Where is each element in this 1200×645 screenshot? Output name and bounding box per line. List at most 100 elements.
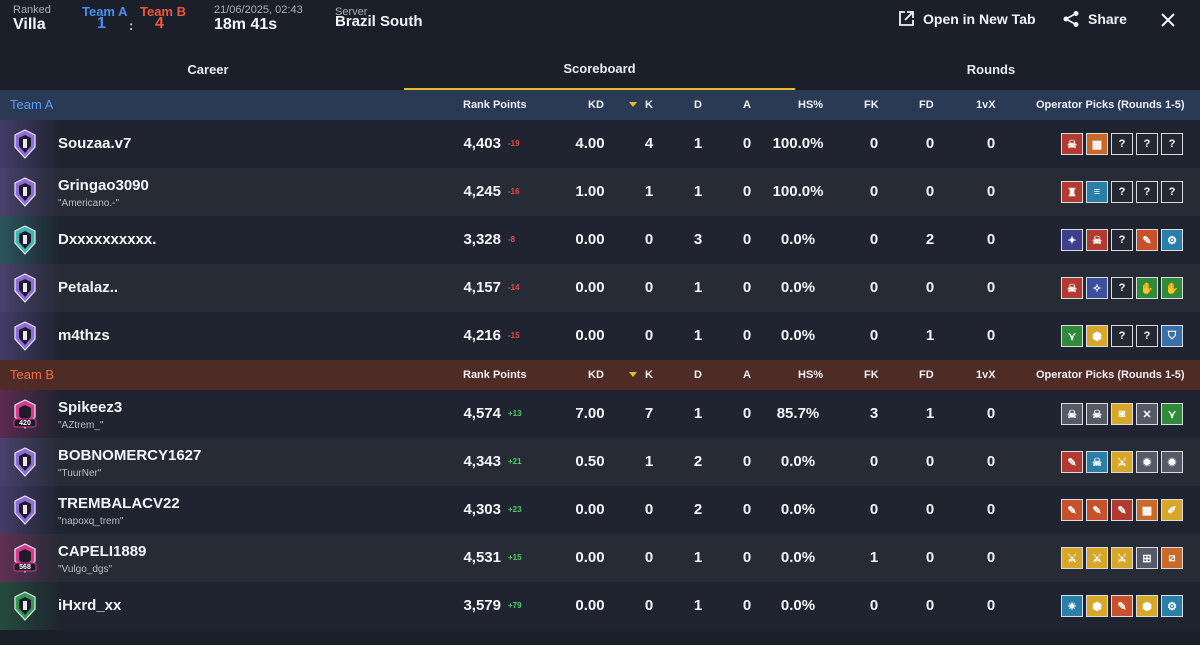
drill-operator-icon[interactable]: ✎ [1136, 229, 1158, 251]
tab-career[interactable]: Career [12, 48, 404, 90]
unknown-operator-icon[interactable]: ? [1111, 325, 1133, 347]
drill-operator-icon[interactable]: ✎ [1111, 595, 1133, 617]
share-button[interactable]: Share [1062, 10, 1127, 28]
player-name[interactable]: Souzaa.v7 [58, 135, 131, 152]
column-header-hs[interactable]: HS% [798, 99, 823, 111]
crossed-operator-icon[interactable]: ✕ [1136, 403, 1158, 425]
player-name[interactable]: Dxxxxxxxxxx. [58, 231, 156, 248]
hex-grid-operator-icon[interactable]: ▦ [1136, 499, 1158, 521]
column-header-kd[interactable]: KD [588, 99, 604, 111]
skull-operator-icon[interactable]: ☠ [1061, 403, 1083, 425]
drill-operator-icon[interactable]: ✎ [1086, 499, 1108, 521]
skull-operator-icon[interactable]: ☠ [1086, 229, 1108, 251]
column-header-ops[interactable]: Operator Picks (Rounds 1-5) [1036, 369, 1185, 381]
star-operator-icon[interactable]: ✹ [1161, 451, 1183, 473]
unknown-operator-icon[interactable]: ? [1111, 277, 1133, 299]
pen-operator-icon[interactable]: ✐ [1161, 499, 1183, 521]
close-button[interactable] [1160, 12, 1176, 28]
gadget-operator-icon[interactable]: ⚙ [1161, 229, 1183, 251]
column-header-a[interactable]: A [743, 99, 751, 111]
player-row[interactable]: Gringao3090 "Americano.-" 4,245 -16 1.00 1 1 0 1… [0, 168, 1200, 216]
player-name[interactable]: BOBNOMERCY1627 [58, 447, 201, 464]
skull-operator-icon[interactable]: ☠ [1061, 133, 1083, 155]
unknown-operator-icon[interactable]: ? [1111, 229, 1133, 251]
player-name[interactable]: Gringao3090 [58, 177, 149, 194]
diamond-rank-icon [14, 495, 36, 525]
player-row[interactable]: 568 CAPELI1889 "Vulgo_dgs" 4,531 +15 0.00 0 1 0 0… [0, 534, 1200, 582]
blade-operator-icon[interactable]: ⚔ [1111, 451, 1133, 473]
unknown-operator-icon[interactable]: ? [1111, 133, 1133, 155]
column-header-d[interactable]: D [694, 99, 702, 111]
column-header-rank-points[interactable]: Rank Points [463, 369, 527, 381]
column-header-k[interactable]: K [645, 99, 653, 111]
player-row[interactable]: m4thzs 4,216 -15 0.00 0 1 0 0.0% 0 1 0 ⋎ ⬢?? ⛉ [0, 312, 1200, 360]
tab-scoreboard[interactable]: Scoreboard [404, 48, 795, 90]
gadget-operator-icon[interactable]: ⚙ [1161, 595, 1183, 617]
drill-operator-icon[interactable]: ✎ [1111, 499, 1133, 521]
column-header-fd[interactable]: FD [919, 369, 934, 381]
player-name[interactable]: Petalaz.. [58, 279, 118, 296]
column-header-vx[interactable]: 1vX [976, 369, 996, 381]
wing-operator-icon[interactable]: ✧ [1086, 277, 1108, 299]
unknown-operator-icon[interactable]: ? [1111, 181, 1133, 203]
player-row[interactable]: Dxxxxxxxxxx. 3,328 -8 0.00 0 3 0 0.0% 0 2 0 ✦ ☠? ✎ ⚙ [0, 216, 1200, 264]
unknown-operator-icon[interactable]: ? [1136, 325, 1158, 347]
tab-rounds[interactable]: Rounds [795, 48, 1187, 90]
barrier-operator-icon[interactable]: ≡ [1086, 181, 1108, 203]
match-header: Ranked Villa Team A Team B 1 : 4 21/06/2… [0, 0, 1200, 48]
blade-operator-icon[interactable]: ⚔ [1086, 547, 1108, 569]
shield-operator-icon[interactable]: ♜ [1061, 181, 1083, 203]
column-header-rank-points[interactable]: Rank Points [463, 99, 527, 111]
skull-operator-icon[interactable]: ☠ [1061, 277, 1083, 299]
trap-operator-icon[interactable]: ⋎ [1161, 403, 1183, 425]
skull-operator-icon[interactable]: ☠ [1086, 451, 1108, 473]
slash-operator-icon[interactable]: ⧄ [1161, 547, 1183, 569]
blade-operator-icon[interactable]: ⚔ [1111, 547, 1133, 569]
blade-operator-icon[interactable]: ⚔ [1061, 547, 1083, 569]
column-header-fk[interactable]: FK [864, 369, 879, 381]
armor-operator-icon[interactable]: ⛉ [1161, 325, 1183, 347]
player-row[interactable]: TREMBALACV22 "napoxq_trem" 4,303 +23 0.00 0 2 0… [0, 486, 1200, 534]
hex-grid-operator-icon[interactable]: ▦ [1086, 133, 1108, 155]
scoreboard-table: Team A Rank Points KD K D A HS% FK FD 1vX Operator… [0, 90, 1200, 630]
column-header-ops[interactable]: Operator Picks (Rounds 1-5) [1036, 99, 1185, 111]
player-row[interactable]: BOBNOMERCY1627 "TuurNer" 4,343 +21 0.50 1 2 0 0.… [0, 438, 1200, 486]
column-header-a[interactable]: A [743, 369, 751, 381]
hive-operator-icon[interactable]: ⬢ [1086, 595, 1108, 617]
player-row[interactable]: Petalaz.. 4,157 -14 0.00 0 1 0 0.0% 0 0 0 ☠ ✧? ✋ ✋ [0, 264, 1200, 312]
column-header-vx[interactable]: 1vX [976, 99, 996, 111]
burst-operator-icon[interactable]: ✷ [1061, 595, 1083, 617]
column-header-d[interactable]: D [694, 369, 702, 381]
column-header-fd[interactable]: FD [919, 99, 934, 111]
claw-operator-icon[interactable]: ✋ [1136, 277, 1158, 299]
player-name[interactable]: m4thzs [58, 327, 110, 344]
drill-operator-icon[interactable]: ✎ [1061, 499, 1083, 521]
hex-operator-icon[interactable]: ⬢ [1136, 595, 1158, 617]
player-name[interactable]: CAPELI1889 [58, 543, 146, 560]
player-row[interactable]: iHxrd_xx 3,579 +79 0.00 0 1 0 0.0% 0 0 0 ✷ ⬢ ✎ ⬢ ⚙ [0, 582, 1200, 630]
unknown-operator-icon[interactable]: ? [1136, 133, 1158, 155]
skull-operator-icon[interactable]: ☠ [1086, 403, 1108, 425]
unknown-operator-icon[interactable]: ? [1161, 181, 1183, 203]
drill-operator-icon[interactable]: ✎ [1061, 451, 1083, 473]
open-new-tab-button[interactable]: Open in New Tab [897, 10, 1036, 28]
hex-operator-icon[interactable]: ⬢ [1086, 325, 1108, 347]
column-header-k[interactable]: K [645, 369, 653, 381]
visor-operator-icon[interactable]: ◙ [1111, 403, 1133, 425]
claw-operator-icon[interactable]: ✋ [1161, 277, 1183, 299]
grid-operator-icon[interactable]: ⊞ [1136, 547, 1158, 569]
star-operator-icon[interactable]: ✹ [1136, 451, 1158, 473]
column-header-kd[interactable]: KD [588, 369, 604, 381]
column-header-fk[interactable]: FK [864, 99, 879, 111]
unknown-operator-icon[interactable]: ? [1136, 181, 1158, 203]
player-name[interactable]: TREMBALACV22 [58, 495, 180, 512]
player-row[interactable]: Souzaa.v7 4,403 -19 4.00 4 1 0 100.0% 0 0 0 ☠ ▦??? [0, 120, 1200, 168]
trap-operator-icon[interactable]: ⋎ [1061, 325, 1083, 347]
column-header-hs[interactable]: HS% [798, 369, 823, 381]
player-name[interactable]: Spikeez3 [58, 399, 122, 416]
raven-operator-icon[interactable]: ✦ [1061, 229, 1083, 251]
unknown-operator-icon[interactable]: ? [1161, 133, 1183, 155]
operator-picks: ✎ ✎ ✎ ▦ ✐ [1061, 499, 1183, 521]
player-row[interactable]: 420 Spikeez3 "AZtrem_" 4,574 +13 7.00 7 1 0 85.7%… [0, 390, 1200, 438]
player-name[interactable]: iHxrd_xx [58, 597, 121, 614]
